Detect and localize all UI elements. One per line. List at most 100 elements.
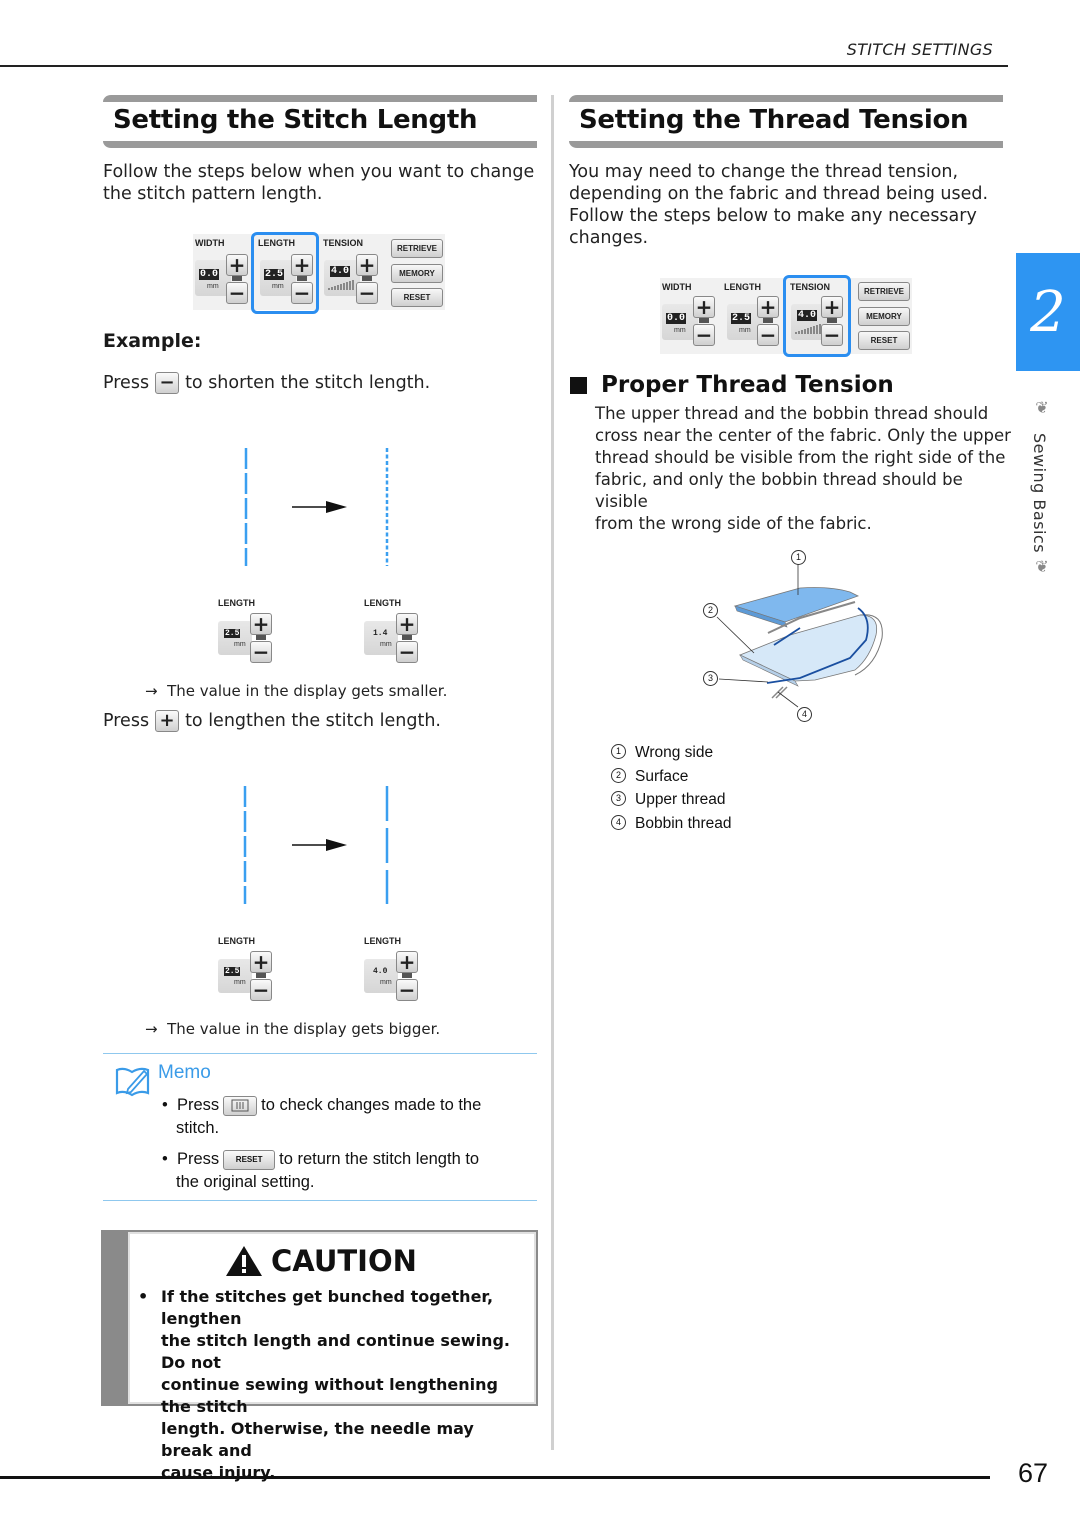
mini-length-label: LENGTH: [218, 598, 255, 608]
tension-minus-button[interactable]: −: [356, 282, 378, 304]
width-unit: mm: [674, 327, 686, 334]
memo-press: Press: [176, 1150, 220, 1168]
tension-label: TENSION: [323, 238, 364, 248]
callout-1: 1: [791, 550, 806, 565]
ornament-icon: ❦: [1035, 557, 1049, 576]
memo-item: • Press RESET to return the stitch length …: [162, 1148, 532, 1194]
page-number: 67: [1018, 1458, 1049, 1488]
legend-num: 1: [611, 744, 626, 760]
length-minus-button[interactable]: −: [757, 324, 779, 346]
retrieve-button[interactable]: RETRIEVE: [391, 239, 443, 258]
lengthen-stitch-diagram: [243, 786, 389, 904]
fabric-wrong-side: [733, 587, 860, 623]
mini-minus-button: −: [250, 979, 272, 1001]
mini-unit: mm: [380, 979, 392, 986]
legend-num: 4: [611, 814, 626, 830]
running-head: STITCH SETTINGS: [846, 40, 993, 59]
mini-minus-button: −: [250, 641, 272, 663]
lengthen-result: → The value in the display gets bigger.: [145, 1020, 440, 1038]
leader-4: [777, 691, 799, 708]
mini-panel-after-lengthen: LENGTH 4.0 mm + −: [362, 935, 424, 1007]
press-text: Press: [103, 711, 150, 731]
length-plus-button[interactable]: +: [757, 296, 779, 318]
reset-button[interactable]: RESET: [858, 331, 910, 350]
memory-button[interactable]: MEMORY: [391, 264, 443, 283]
width-unit: mm: [207, 283, 219, 290]
width-minus-button[interactable]: −: [693, 324, 715, 346]
legend-item: 1 Wrong side: [611, 741, 732, 765]
memory-button[interactable]: MEMORY: [858, 307, 910, 326]
body-line: from the wrong side of the fabric.: [595, 514, 872, 533]
intro-line: You may need to change the thread tensio…: [569, 162, 959, 182]
width-minus-button[interactable]: −: [226, 282, 248, 304]
column-divider: [551, 95, 554, 1450]
stitch-length-intro: Follow the steps below when you want to …: [103, 162, 535, 204]
tension-level-icon: [328, 278, 354, 290]
mini-value: 1.4: [373, 629, 388, 638]
subsection-heading: Proper Thread Tension: [570, 372, 894, 398]
intro-line: depending on the fabric and thread being…: [569, 184, 989, 204]
section-header-stitch-length: Setting the Stitch Length: [103, 95, 537, 148]
shorten-text: to shorten the stitch length.: [185, 373, 431, 393]
arrow-head: [326, 839, 347, 851]
plus-button-icon: +: [155, 710, 180, 732]
diagram-legend: 1 Wrong side 2 Surface 3 Upper thread 4 Bobb…: [611, 741, 732, 835]
mini-readout: 2.5 mm: [218, 959, 252, 993]
press-text: Press: [103, 373, 150, 393]
shorten-result-text: The value in the display gets smaller.: [167, 682, 448, 700]
footer-rule: [0, 1476, 990, 1479]
memo-bullet: •: [162, 1096, 168, 1114]
caution-body: • If the stitches get bunched together, …: [138, 1286, 530, 1484]
caution-line: If the stitches get bunched together, le…: [161, 1287, 494, 1328]
caution-side-bar: [101, 1230, 128, 1406]
reset-button-icon: RESET: [223, 1149, 276, 1170]
memo-book-pencil-icon: [115, 1067, 150, 1097]
width-plus-button[interactable]: +: [693, 296, 715, 318]
intro-line: Follow the steps below to make any neces…: [569, 206, 977, 226]
section-title: Setting the Stitch Length: [113, 105, 478, 135]
mini-readout: 4.0 mm: [364, 959, 398, 993]
mini-value: 2.5: [224, 967, 241, 976]
memo-text-cont: the original setting.: [176, 1173, 315, 1191]
arrow-head: [326, 501, 347, 513]
reset-button[interactable]: RESET: [391, 288, 443, 307]
chapter-tab[interactable]: 2: [1016, 253, 1080, 371]
lengthen-text: to lengthen the stitch length.: [185, 711, 441, 731]
caution-bullet: •: [138, 1287, 149, 1306]
length-value: 2.5: [731, 313, 752, 324]
width-plus-button[interactable]: +: [226, 254, 248, 276]
warning-triangle-icon: [226, 1246, 262, 1276]
memo-text: to return the stitch length to: [279, 1150, 480, 1168]
body-line: fabric, and only the bobbin thread shoul…: [595, 470, 963, 511]
width-value: 0.0: [199, 269, 220, 280]
caution-line: cause injury.: [161, 1463, 276, 1482]
subsection-title: Proper Thread Tension: [601, 372, 894, 398]
legend-label: Surface: [635, 767, 689, 785]
image-preview-button-icon: [223, 1095, 258, 1116]
length-highlight: [251, 232, 319, 314]
ornament-icon: ❦: [1035, 398, 1049, 417]
memo-press: Press: [176, 1096, 220, 1114]
legend-item: 3 Upper thread: [611, 788, 732, 812]
legend-label: Bobbin thread: [635, 814, 732, 832]
caution-heading: CAUTION: [225, 1244, 417, 1278]
tension-plus-button[interactable]: +: [356, 254, 378, 276]
width-label: WIDTH: [195, 238, 225, 248]
example-label: Example:: [103, 330, 202, 352]
memo-text-cont: stitch.: [176, 1119, 220, 1137]
intro-line: changes.: [569, 228, 649, 248]
mini-length-label: LENGTH: [364, 598, 401, 608]
caution-line: continue sewing without lengthening the …: [161, 1375, 498, 1416]
retrieve-button[interactable]: RETRIEVE: [858, 282, 910, 301]
legend-label: Upper thread: [635, 791, 726, 808]
legend-item: 4 Bobbin thread: [611, 812, 732, 836]
callout-4: 4: [797, 707, 812, 722]
mini-value: 4.0: [373, 967, 388, 976]
mini-plus-button: +: [250, 951, 272, 973]
mini-plus-button: +: [250, 613, 272, 635]
header-bar-top: [103, 95, 537, 102]
tension-value: 4.0: [330, 266, 351, 277]
mini-panel-before-shorten: LENGTH 2.5 mm + −: [216, 597, 278, 669]
header-rule: [0, 65, 1008, 67]
header-bar-top: [569, 95, 1003, 102]
